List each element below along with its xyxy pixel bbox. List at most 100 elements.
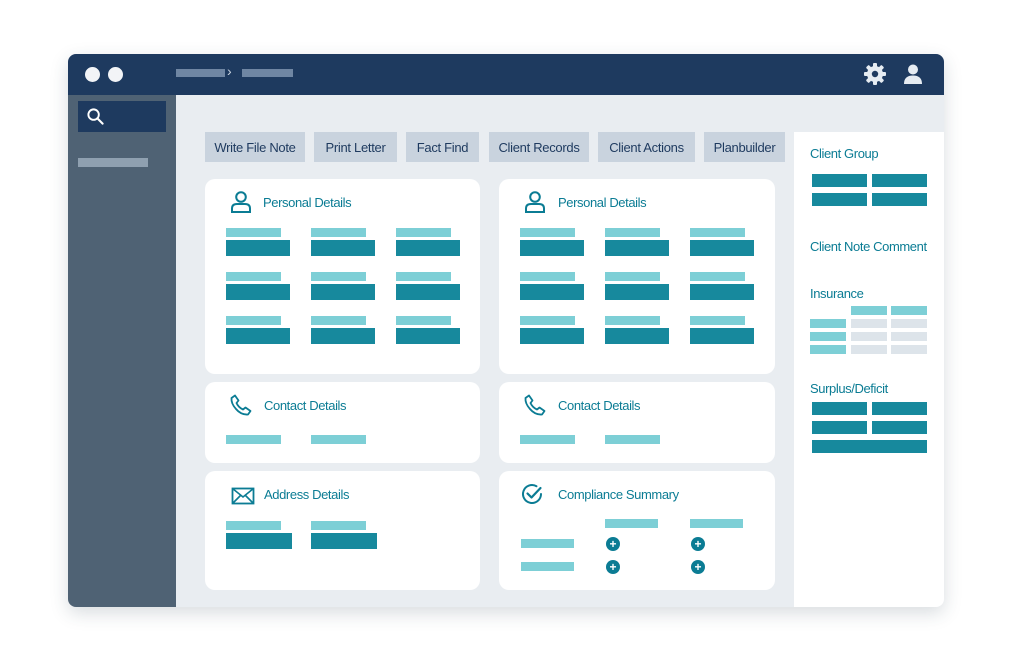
insurance-table-cell: [851, 306, 887, 315]
field-value-placeholder[interactable]: [311, 240, 375, 256]
panel-value-placeholder: [872, 193, 927, 206]
field-label-placeholder: [311, 272, 366, 281]
panel-value-placeholder: [812, 193, 867, 206]
field-value-placeholder[interactable]: [396, 328, 460, 344]
fact-find-button[interactable]: Fact Find: [406, 132, 479, 162]
insurance-table-cell: [891, 332, 927, 341]
field-value-placeholder[interactable]: [226, 533, 292, 549]
field-label-placeholder: [521, 562, 574, 571]
field-value-placeholder[interactable]: [605, 284, 669, 300]
field-value-placeholder[interactable]: [311, 533, 377, 549]
field-label-placeholder: [521, 539, 574, 548]
phone-icon: [524, 394, 546, 416]
panel-value-placeholder: [872, 402, 927, 415]
field-label-placeholder: [396, 272, 451, 281]
window-control-dot[interactable]: [108, 67, 123, 82]
field-value-placeholder[interactable]: [605, 328, 669, 344]
client-note-comment-heading: Client Note Comment: [810, 239, 927, 254]
field-label-placeholder: [311, 228, 366, 237]
title-bar: ›: [68, 54, 944, 95]
field-value-placeholder[interactable]: [311, 328, 375, 344]
field-value-placeholder[interactable]: [226, 328, 290, 344]
search-icon[interactable]: [86, 107, 105, 126]
field-label-placeholder: [605, 435, 660, 444]
insurance-table-cell: [810, 332, 846, 341]
field-value-placeholder[interactable]: [520, 284, 584, 300]
write-file-note-button[interactable]: Write File Note: [205, 132, 305, 162]
field-value-placeholder[interactable]: [520, 240, 584, 256]
field-value-placeholder[interactable]: [690, 240, 754, 256]
field-value-placeholder[interactable]: [396, 284, 460, 300]
field-label-placeholder: [311, 435, 366, 444]
check-circle-icon: [522, 484, 542, 504]
personal-details-card: Personal Details: [205, 179, 480, 374]
window-control-dot[interactable]: [85, 67, 100, 82]
panel-value-placeholder: [812, 174, 867, 187]
surplus-deficit-heading: Surplus/Deficit: [810, 381, 888, 396]
plus-circle-icon[interactable]: +: [691, 560, 705, 574]
field-value-placeholder[interactable]: [226, 240, 290, 256]
insurance-table-cell: [891, 319, 927, 328]
card-title: Compliance Summary: [558, 487, 679, 502]
card-title: Contact Details: [264, 398, 347, 413]
print-letter-button[interactable]: Print Letter: [314, 132, 397, 162]
client-records-button[interactable]: Client Records: [489, 132, 589, 162]
compliance-summary-card: Compliance Summary + + + +: [499, 471, 775, 590]
field-label-placeholder: [690, 228, 745, 237]
insurance-table-cell: [851, 332, 887, 341]
plus-circle-icon[interactable]: +: [606, 560, 620, 574]
card-title: Contact Details: [558, 398, 641, 413]
field-label-placeholder: [226, 316, 281, 325]
card-title: Address Details: [264, 487, 350, 502]
panel-value-placeholder: [812, 402, 867, 415]
envelope-icon: [231, 487, 255, 505]
insurance-table-cell: [851, 345, 887, 354]
planbuilder-button[interactable]: Planbuilder: [704, 132, 785, 162]
field-label-placeholder: [520, 272, 575, 281]
insurance-table-cell: [810, 319, 846, 328]
personal-details-card: Personal Details: [499, 179, 775, 374]
sidebar-item-placeholder[interactable]: [78, 158, 148, 167]
address-details-card: Address Details: [205, 471, 480, 590]
sidebar: [68, 95, 176, 607]
breadcrumb-item-placeholder[interactable]: [242, 69, 293, 77]
field-label-placeholder: [605, 272, 660, 281]
field-label-placeholder: [520, 316, 575, 325]
contact-details-card: Contact Details: [205, 382, 480, 463]
breadcrumb-item-placeholder[interactable]: [176, 69, 225, 77]
field-value-placeholder[interactable]: [396, 240, 460, 256]
card-title: Personal Details: [558, 195, 647, 210]
field-value-placeholder[interactable]: [311, 284, 375, 300]
user-icon[interactable]: [901, 62, 925, 86]
search-box[interactable]: [78, 101, 166, 132]
panel-value-placeholder: [872, 174, 927, 187]
field-value-placeholder[interactable]: [605, 240, 669, 256]
field-label-placeholder: [605, 316, 660, 325]
field-label-placeholder: [690, 316, 745, 325]
card-title: Personal Details: [263, 195, 352, 210]
client-group-heading: Client Group: [810, 146, 879, 161]
field-label-placeholder: [396, 316, 451, 325]
field-label-placeholder: [396, 228, 451, 237]
contact-details-card: Contact Details: [499, 382, 775, 463]
right-panel: Client Group Client Note Comment Insuran…: [794, 132, 944, 607]
field-label-placeholder: [311, 521, 366, 530]
field-label-placeholder: [226, 435, 281, 444]
field-value-placeholder[interactable]: [520, 328, 584, 344]
settings-gear-icon[interactable]: [863, 62, 887, 86]
insurance-table-cell: [891, 345, 927, 354]
field-label-placeholder: [311, 316, 366, 325]
breadcrumb-chevron-icon: ›: [227, 63, 232, 79]
person-icon: [525, 191, 545, 213]
field-value-placeholder[interactable]: [226, 284, 290, 300]
field-value-placeholder[interactable]: [690, 328, 754, 344]
field-label-placeholder: [520, 228, 575, 237]
plus-circle-icon[interactable]: +: [606, 537, 620, 551]
field-label-placeholder: [690, 519, 743, 528]
client-actions-button[interactable]: Client Actions: [598, 132, 695, 162]
field-label-placeholder: [605, 519, 658, 528]
plus-circle-icon[interactable]: +: [691, 537, 705, 551]
insurance-table-cell: [810, 345, 846, 354]
field-value-placeholder[interactable]: [690, 284, 754, 300]
panel-value-placeholder: [812, 440, 927, 453]
